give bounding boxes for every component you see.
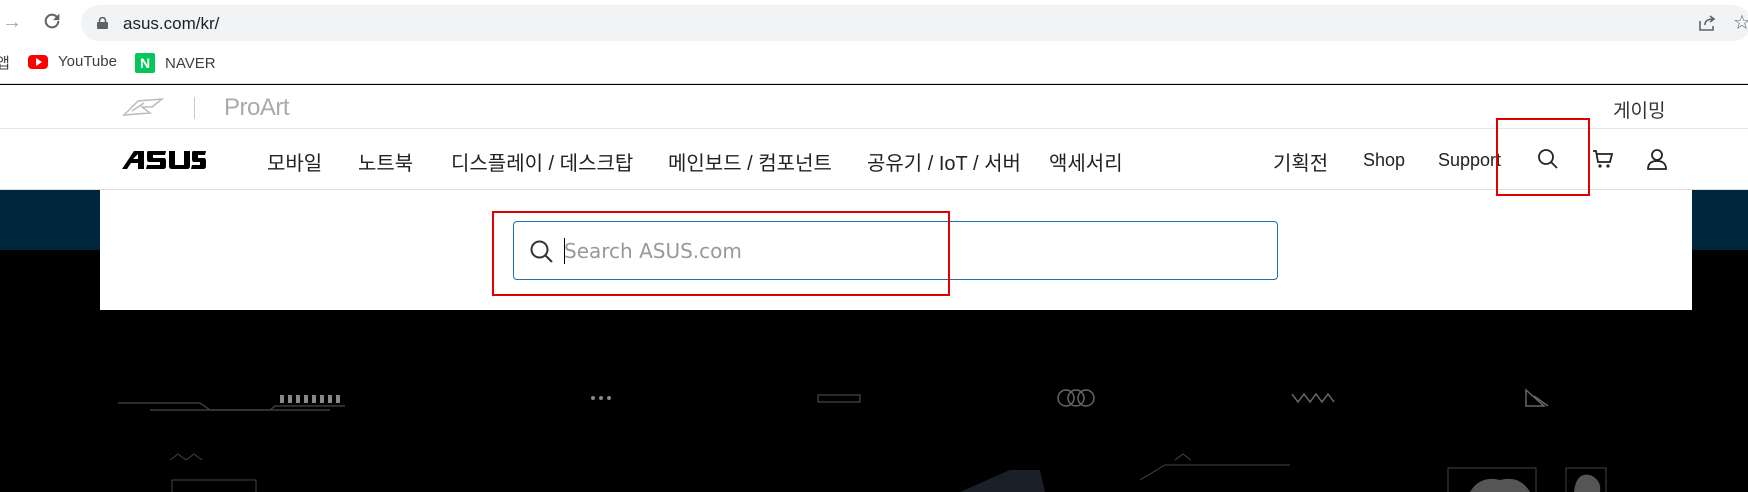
user-account-icon[interactable] [1646, 148, 1668, 170]
nav-display-desktop[interactable]: 디스플레이 / 데스크탑 [451, 147, 633, 176]
bookmarks-bar: 앱 YouTube N NAVER [0, 44, 1748, 125]
nav-shop[interactable]: Shop [1363, 150, 1405, 171]
main-nav: 모바일 노트북 디스플레이 / 데스크탑 메인보드 / 컴포넌트 공유기 / I… [0, 129, 1748, 190]
nav-motherboard-components[interactable]: 메인보드 / 컴포넌트 [668, 147, 832, 176]
search-input-icon [530, 240, 553, 263]
url-text: asus.com/kr/ [123, 14, 220, 33]
bookmark-naver[interactable]: N NAVER [135, 53, 216, 73]
bookmark-star-icon[interactable]: ☆ [1733, 10, 1748, 35]
nav-mobile[interactable]: 모바일 [267, 147, 322, 176]
lock-icon [97, 17, 108, 29]
apps-shortcut[interactable]: 앱 [0, 52, 10, 73]
search-icon[interactable] [1537, 148, 1559, 170]
nav-notebook[interactable]: 노트북 [358, 147, 413, 176]
text-caret [564, 238, 565, 264]
search-input[interactable] [564, 234, 1264, 268]
bookmark-label: YouTube [58, 53, 117, 70]
asus-logo-icon[interactable] [122, 151, 206, 169]
browser-toolbar: → asus.com/kr/ ☆ [0, 0, 1748, 44]
search-box[interactable] [513, 221, 1278, 280]
reload-icon[interactable] [40, 10, 64, 34]
hero-banner[interactable] [0, 310, 1748, 492]
bookmark-youtube[interactable]: YouTube [28, 53, 117, 70]
brand-divider [194, 97, 195, 119]
share-icon[interactable] [1697, 13, 1717, 33]
proart-logo[interactable]: ProArt [224, 94, 290, 122]
cart-icon[interactable] [1592, 148, 1614, 170]
youtube-icon [28, 54, 48, 69]
nav-router-iot-server[interactable]: 공유기 / IoT / 서버 [867, 147, 1021, 176]
hero-decorations [118, 388, 1607, 492]
nav-support[interactable]: Support [1438, 150, 1501, 171]
nav-accessories[interactable]: 액세서리 [1049, 147, 1123, 176]
naver-icon: N [135, 53, 155, 73]
gaming-link[interactable]: 게이밍 [1613, 96, 1665, 123]
bookmark-label: NAVER [165, 54, 216, 72]
address-bar[interactable]: asus.com/kr/ ☆ [81, 5, 1748, 41]
brand-bar: ProArt 게이밍 [0, 85, 1748, 129]
forward-arrow-icon[interactable]: → [0, 10, 24, 34]
rog-logo-icon[interactable] [122, 97, 164, 117]
nav-promotions[interactable]: 기획전 [1273, 147, 1328, 176]
